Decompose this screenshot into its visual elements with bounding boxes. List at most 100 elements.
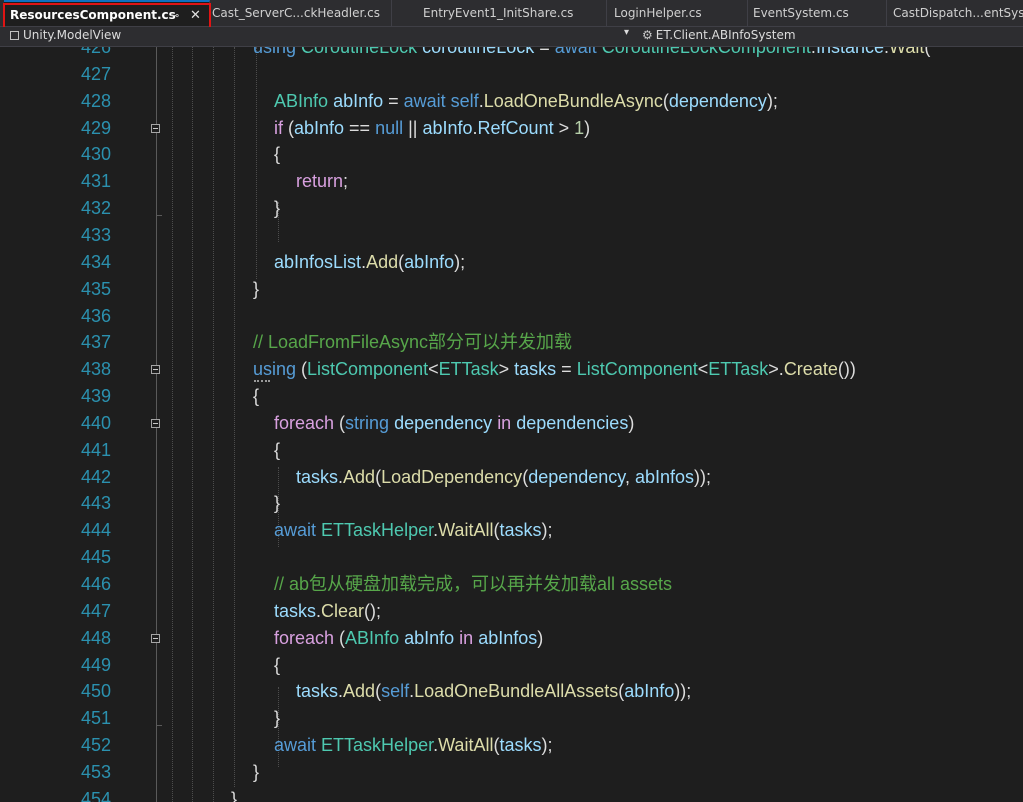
code-token: } (274, 493, 281, 514)
line-number: 430 (80, 144, 111, 165)
code-token: Wait (889, 47, 925, 57)
code-token: string (345, 412, 390, 433)
code-token: abInfosList (274, 251, 362, 272)
code-token: // ab包从硬盘加载完成，可以再并发加载all assets (274, 574, 673, 594)
class-icon: ⚙ (642, 28, 653, 42)
tab-resources-component[interactable]: ResourcesComponent.cs ⊸ ✕ (4, 0, 210, 26)
code-token: == (344, 117, 376, 138)
code-token: tasks (296, 681, 339, 702)
collapse-toggle-icon[interactable] (151, 633, 160, 643)
collapse-toggle-icon[interactable] (151, 365, 160, 375)
line-number: 440 (80, 412, 111, 433)
code-token: { (274, 439, 281, 460)
code-token: Add (366, 251, 399, 272)
line-number: 441 (80, 439, 111, 460)
code-token: ); (541, 735, 553, 756)
line-number: 454 (80, 788, 111, 802)
code-token: ListComponent (307, 359, 429, 380)
project-dropdown[interactable]: Unity.ModelView (10, 28, 121, 42)
project-icon (10, 31, 19, 40)
code-token: CoroutineLock (301, 47, 418, 57)
code-token: Instance (815, 47, 884, 57)
code-line: tasks.Clear(); (274, 598, 381, 625)
code-line: using CoroutineLock coroutineLock = awai… (253, 47, 930, 61)
code-token: WaitAll (438, 520, 494, 541)
code-token: ( (283, 117, 294, 138)
code-token: = (534, 47, 555, 57)
code-token: WaitAll (438, 735, 494, 756)
code-token: , (624, 466, 635, 487)
code-token: ) (584, 117, 591, 138)
code-editor[interactable]: 426 427 428 429 430 431 432 433 434 435 436 437 438 4… (0, 47, 1023, 802)
tab-login-helper[interactable]: LoginHelper.cs (608, 0, 748, 26)
line-number: 427 (80, 63, 111, 84)
code-token: in (459, 627, 474, 648)
tab-event-system[interactable]: EventSystem.cs (747, 0, 887, 26)
tab-label: EntryEvent1_InitShare.cs (423, 6, 574, 20)
indent-guide (172, 47, 173, 802)
code-token: abInfos (634, 466, 694, 487)
code-token: dependencies (516, 412, 629, 433)
code-token: } (274, 198, 281, 219)
line-number: 452 (80, 735, 111, 756)
tab-cast-server-headler[interactable]: Cast_ServerC...ckHeadler.cs (206, 0, 392, 26)
tab-cast-dispatch-event-system[interactable]: CastDispatch...entSystem (887, 0, 1023, 26)
code-token: ); (766, 90, 778, 111)
navigation-bar: Unity.ModelView ▾ ⚙ ET.Client.ABInfoSyste… (0, 27, 1023, 47)
code-token: || (403, 117, 423, 138)
code-token: ABInfo (345, 627, 400, 648)
collapse-toggle-icon[interactable] (151, 123, 160, 133)
code-token: )); (674, 681, 692, 702)
close-icon[interactable]: ✕ (190, 2, 201, 26)
code-line: tasks.Add(self.LoadOneBundleAllAssets(ab… (296, 678, 691, 705)
line-number: 431 (80, 171, 111, 192)
code-token: ); (454, 251, 466, 272)
line-number: 442 (80, 466, 111, 487)
pin-icon[interactable]: ⊸ (170, 2, 179, 26)
code-token: = (556, 359, 577, 380)
code-token: ETTask (708, 359, 769, 380)
line-number: 428 (80, 90, 111, 111)
code-token: dependency (394, 412, 493, 433)
code-line: { (274, 141, 280, 168)
line-number: 448 (80, 627, 111, 648)
indent-guide (192, 47, 193, 802)
chevron-down-icon[interactable]: ▾ (624, 27, 629, 38)
code-token: abInfo (294, 117, 345, 138)
code-token: ETTaskHelper (321, 520, 434, 541)
code-line: } (274, 195, 280, 222)
code-token: < (428, 359, 439, 380)
code-token: CoroutineLockComponent (601, 47, 811, 57)
code-token: ( (924, 47, 931, 57)
tab-entry-event1-initshare[interactable]: EntryEvent1_InitShare.cs (417, 0, 607, 26)
code-line: { (274, 437, 280, 464)
code-line: } (253, 759, 259, 786)
code-line: await ETTaskHelper.WaitAll(tasks); (274, 517, 552, 544)
code-token: self (450, 90, 479, 111)
line-number: 436 (80, 305, 111, 326)
line-number: 450 (80, 681, 111, 702)
code-token: coroutineLock (422, 47, 535, 57)
code-token: await (274, 735, 317, 756)
code-token: abInfo (333, 90, 384, 111)
line-number: 437 (80, 332, 111, 353)
code-token: dependency (668, 90, 767, 111)
code-token: < (697, 359, 709, 380)
line-number: 434 (80, 251, 111, 272)
code-line: await ETTaskHelper.WaitAll(tasks); (274, 732, 552, 759)
type-dropdown[interactable]: ⚙ ET.Client.ABInfoSystem (642, 28, 796, 42)
code-token: Clear (321, 600, 365, 621)
code-token: tasks (514, 359, 557, 380)
code-token: ETTask (438, 359, 499, 380)
code-token: ListComponent (576, 359, 698, 380)
project-label: Unity.ModelView (23, 28, 122, 42)
line-number: 443 (80, 493, 111, 514)
line-number: 439 (80, 386, 111, 407)
code-token: > (498, 359, 515, 380)
suggestion-squiggle (254, 377, 270, 383)
code-line: } (231, 786, 237, 802)
code-token: ABInfo (274, 90, 329, 111)
collapse-toggle-icon[interactable] (151, 418, 160, 428)
code-token: } (253, 278, 260, 299)
line-number: 445 (80, 547, 111, 568)
